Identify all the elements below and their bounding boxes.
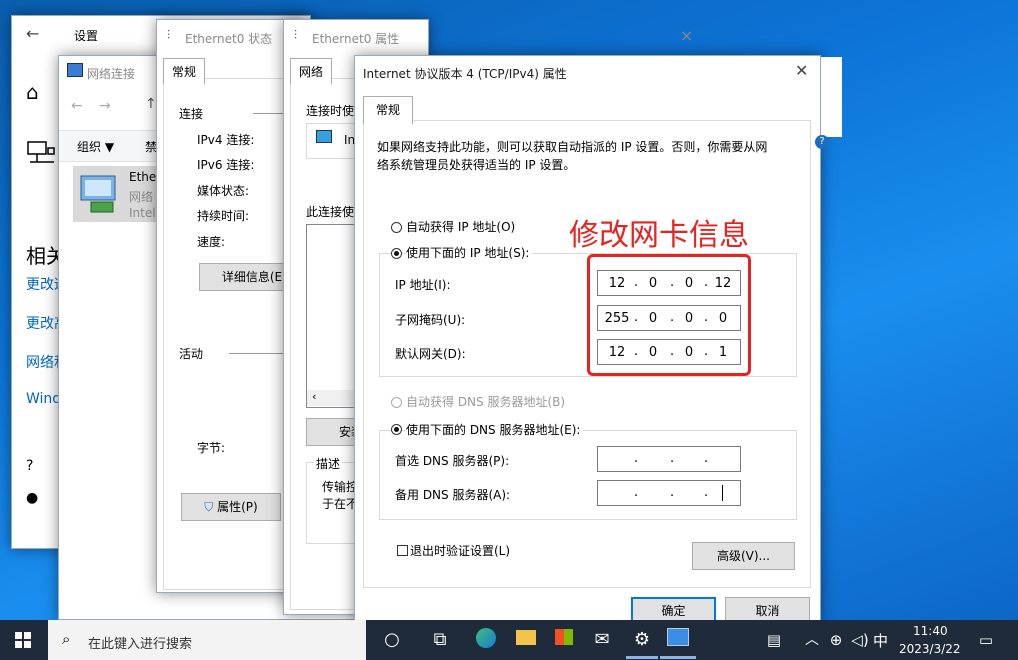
eprops-tab-network[interactable]: 网络 bbox=[290, 58, 333, 84]
info-text-line-2: 络系统管理员处获得适当的 IP 设置。 bbox=[377, 158, 576, 172]
duration-label: 持续时间: bbox=[197, 209, 250, 223]
network-folder-icon bbox=[67, 63, 83, 77]
manual-dns-radio[interactable] bbox=[391, 424, 402, 435]
netconn-title: 网络连接 bbox=[87, 67, 136, 81]
adapter-sub2: Intel bbox=[129, 206, 156, 220]
subnet-mask-label: 子网掩码(U): bbox=[395, 313, 466, 327]
taskbar-search-box[interactable]: ⌕ 在此键入进行搜索 bbox=[48, 620, 366, 660]
ipv4-tab-general[interactable]: 常规 bbox=[363, 96, 414, 124]
nav-up-icon[interactable]: ↑ bbox=[145, 96, 157, 112]
close-icon[interactable]: × bbox=[680, 26, 693, 45]
adapter-icon bbox=[316, 130, 332, 143]
help-icon[interactable]: ? bbox=[26, 458, 33, 474]
network-globe-icon[interactable]: ⊕ bbox=[824, 628, 848, 652]
settings-gear-icon[interactable]: ⚙ bbox=[630, 628, 654, 652]
organize-menu[interactable]: 组织 ▼ bbox=[77, 138, 114, 155]
volume-icon[interactable]: ◁) bbox=[848, 628, 872, 652]
description-line-2: 于在不 bbox=[322, 497, 359, 511]
validate-checkbox[interactable] bbox=[397, 545, 408, 556]
auto-ip-radio[interactable] bbox=[391, 222, 402, 233]
clock-time[interactable]: 11:40 bbox=[913, 624, 948, 638]
ip-dot: . bbox=[670, 485, 675, 500]
uses-items-label: 此连接使 bbox=[306, 205, 355, 219]
control-panel-icon[interactable] bbox=[666, 628, 690, 652]
task-view-icon[interactable]: ⧉ bbox=[428, 628, 452, 652]
back-arrow-icon[interactable]: ← bbox=[26, 24, 39, 43]
notification-icon[interactable]: ▭ bbox=[974, 628, 998, 652]
ip-dot: . bbox=[634, 485, 639, 500]
search-placeholder: 在此键入进行搜索 bbox=[88, 637, 193, 652]
background-help-icon: ? bbox=[815, 135, 829, 149]
store-icon[interactable] bbox=[552, 628, 576, 652]
nav-back-icon[interactable]: ← bbox=[71, 98, 83, 114]
settings-title: 设置 bbox=[74, 29, 99, 43]
preferred-dns-label: 首选 DNS 服务器(P): bbox=[395, 454, 510, 468]
auto-dns-label: 自动获得 DNS 服务器地址(B) bbox=[406, 395, 566, 409]
status-title: Ethernet0 状态 bbox=[185, 32, 273, 46]
uac-shield-icon: ⛉ bbox=[204, 500, 214, 514]
ipv6-conn-label: IPv6 连接: bbox=[197, 158, 255, 172]
properties-button-label: 属性(P) bbox=[217, 500, 258, 514]
info-text-line-1: 如果网络支持此功能，则可以获取自动指派的 IP 设置。否则，你需要从网 bbox=[377, 140, 768, 154]
alternate-dns-input[interactable]: . . . bbox=[597, 480, 741, 506]
validate-label: 退出时验证设置(L) bbox=[410, 544, 511, 558]
status-conn-section: 连接 bbox=[179, 107, 204, 121]
search-icon: ⌕ bbox=[62, 630, 71, 648]
preferred-dns-input[interactable]: . . . bbox=[597, 446, 741, 472]
alternate-dns-label: 备用 DNS 服务器(A): bbox=[395, 488, 511, 502]
cortana-icon[interactable]: ○ bbox=[380, 628, 404, 652]
ip-address-label: IP 地址(I): bbox=[395, 278, 451, 292]
adapter-sub1: 网络 bbox=[129, 190, 154, 204]
edge-icon[interactable] bbox=[474, 628, 498, 652]
news-icon[interactable]: ▤ bbox=[762, 628, 786, 652]
scroll-left-icon[interactable]: ‹ bbox=[312, 390, 316, 403]
gateway-label: 默认网关(D): bbox=[395, 347, 466, 361]
media-state-label: 媒体状态: bbox=[197, 184, 250, 198]
dialog-close-icon[interactable]: ✕ bbox=[795, 61, 808, 80]
clock-date[interactable]: 2023/3/22 bbox=[899, 642, 961, 656]
active-app-indicator bbox=[660, 656, 696, 659]
ipv4-properties-dialog: Internet 协议版本 4 (TCP/IPv4) 属性 ✕ 常规 如果网络支… bbox=[354, 55, 821, 625]
description-label: 描述 bbox=[314, 455, 343, 472]
annotation-highlight-box bbox=[587, 254, 751, 376]
ime-indicator[interactable]: 中 bbox=[873, 630, 888, 651]
bytes-label: 字节: bbox=[197, 441, 226, 455]
activity-section: 活动 bbox=[179, 347, 204, 361]
ip-dot: . bbox=[704, 451, 709, 466]
status-tab-general[interactable]: 常规 bbox=[163, 58, 206, 84]
auto-ip-label: 自动获得 IP 地址(O) bbox=[406, 220, 516, 234]
feedback-icon[interactable]: ● bbox=[26, 490, 38, 506]
eprops-title: Ethernet0 属性 bbox=[312, 32, 400, 46]
windows-start-icon[interactable] bbox=[15, 632, 31, 648]
ip-dot: . bbox=[670, 451, 675, 466]
taskbar: ⌕ 在此键入进行搜索 ○ ⧉ ✉ ⚙ ▤ ︿ ⊕ ◁) 中 11:40 2023… bbox=[0, 620, 1018, 660]
connect-using-label: 连接时使 bbox=[306, 104, 355, 118]
props-title-icon: ⫶ bbox=[294, 28, 298, 42]
file-explorer-icon[interactable] bbox=[514, 628, 538, 652]
active-app-indicator bbox=[626, 656, 658, 659]
dns-group-box bbox=[379, 430, 797, 520]
ipv4-title: Internet 协议版本 4 (TCP/IPv4) 属性 bbox=[363, 67, 567, 81]
status-title-icon: ⫶ bbox=[167, 28, 171, 42]
tray-chevron-up-icon[interactable]: ︿ bbox=[800, 628, 824, 652]
text-cursor bbox=[722, 485, 723, 501]
ip-dot: . bbox=[704, 485, 709, 500]
advanced-button[interactable]: 高级(V)... bbox=[692, 542, 795, 570]
ip-dot: . bbox=[634, 451, 639, 466]
properties-button[interactable]: ⛉ 属性(P) bbox=[181, 493, 281, 521]
manual-ip-radio[interactable] bbox=[391, 248, 402, 259]
home-icon[interactable]: ⌂ bbox=[26, 80, 39, 104]
description-line-1: 传输控 bbox=[322, 480, 359, 494]
auto-dns-radio bbox=[391, 397, 402, 408]
ipv4-conn-label: IPv4 连接: bbox=[197, 133, 255, 147]
nav-forward-icon[interactable]: → bbox=[99, 98, 111, 114]
manual-dns-label: 使用下面的 DNS 服务器地址(E): bbox=[406, 421, 584, 438]
speed-label: 速度: bbox=[197, 235, 226, 249]
background-window-edge bbox=[821, 57, 842, 137]
manual-ip-label: 使用下面的 IP 地址(S): bbox=[406, 244, 533, 261]
mail-icon[interactable]: ✉ bbox=[590, 628, 614, 652]
network-icon bbox=[27, 141, 55, 163]
ethernet-adapter-icon bbox=[80, 175, 116, 213]
annotation-label: 修改网卡信息 bbox=[569, 218, 749, 253]
